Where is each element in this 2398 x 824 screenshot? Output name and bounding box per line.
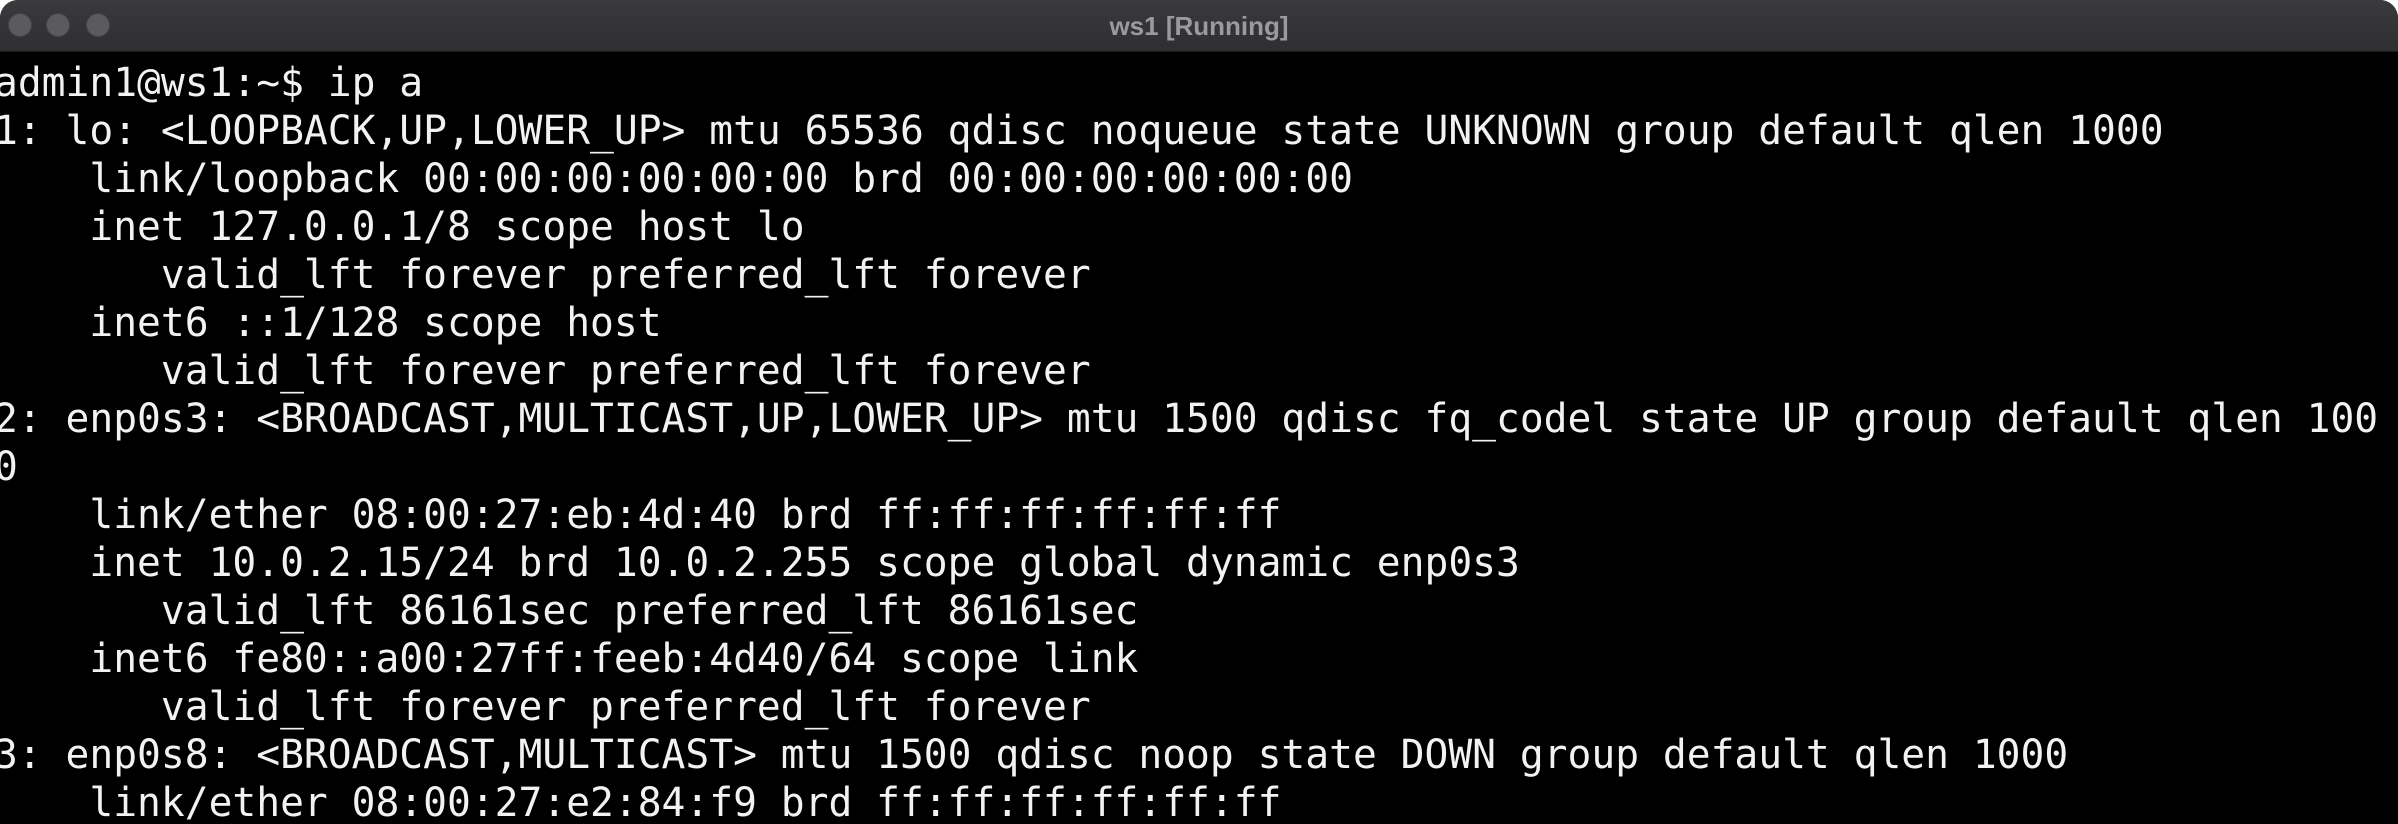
terminal-line: 3: enp0s8: <BROADCAST,MULTICAST> mtu 150…	[0, 732, 2069, 778]
terminal-line: inet6 ::1/128 scope host	[0, 300, 662, 346]
terminal-line-wrap: 0	[0, 443, 18, 491]
terminal-line: valid_lft forever preferred_lft forever	[0, 684, 1091, 730]
terminal-line: 2: enp0s3: <BROADCAST,MULTICAST,UP,LOWER…	[0, 396, 2379, 442]
terminal-line: valid_lft 86161sec preferred_lft 86161se…	[0, 588, 1139, 634]
terminal-line: valid_lft forever preferred_lft forever	[0, 252, 1091, 298]
terminal-line: inet 10.0.2.15/24 brd 10.0.2.255 scope g…	[0, 540, 1520, 586]
terminal-line: link/ether 08:00:27:e2:84:f9 brd ff:ff:f…	[0, 780, 1282, 824]
title-bar[interactable]: ws1 [Running]	[0, 0, 2398, 52]
terminal-line: inet6 fe80::a00:27ff:feeb:4d40/64 scope …	[0, 636, 1139, 682]
terminal-line: link/ether 08:00:27:eb:4d:40 brd ff:ff:f…	[0, 492, 1282, 538]
terminal-line: valid_lft forever preferred_lft forever	[0, 348, 1091, 394]
terminal-line-prompt: admin1@ws1:~$ ip a	[0, 60, 424, 106]
terminal-line: link/loopback 00:00:00:00:00:00 brd 00:0…	[0, 156, 1353, 202]
vm-window: ws1 [Running] admin1@ws1:~$ ip a 1: lo: …	[0, 0, 2398, 824]
terminal-line: 1: lo: <LOOPBACK,UP,LOWER_UP> mtu 65536 …	[0, 108, 2164, 154]
terminal-line: inet 127.0.0.1/8 scope host lo	[0, 204, 805, 250]
window-title: ws1 [Running]	[1109, 11, 1289, 41]
terminal-output[interactable]: admin1@ws1:~$ ip a 1: lo: <LOOPBACK,UP,L…	[0, 55, 2398, 824]
